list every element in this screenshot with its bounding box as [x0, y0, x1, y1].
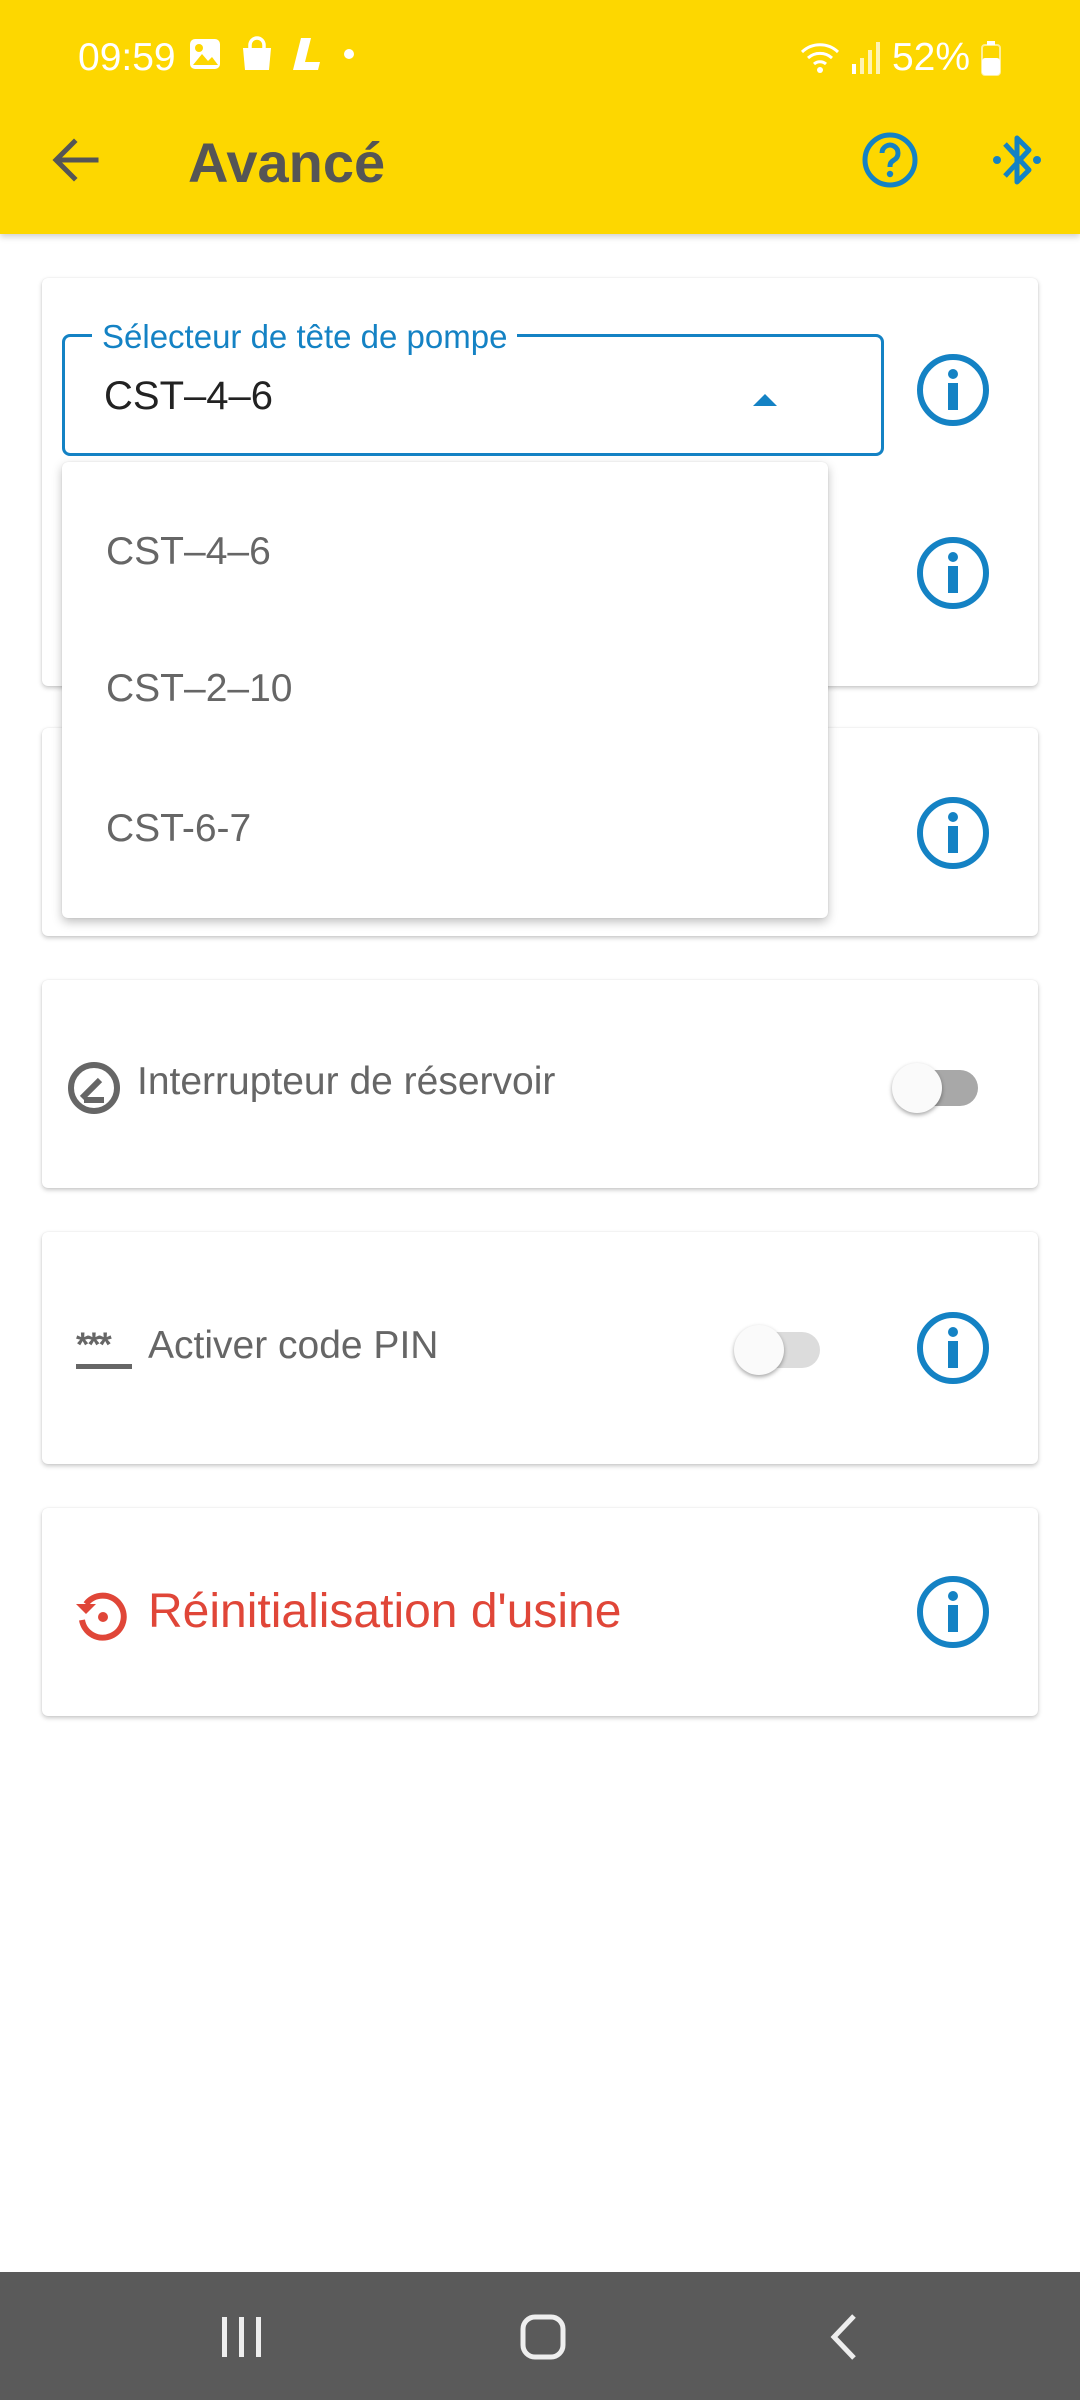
- notification-icons: [188, 36, 356, 72]
- battery-percent: 52%: [891, 36, 970, 79]
- gallery-icon: [190, 39, 220, 69]
- status-bar: 09:59 52%: [0, 0, 1080, 118]
- page-title: Avancé: [188, 131, 386, 194]
- dropdown-arrow-up-icon[interactable]: [750, 390, 780, 408]
- factory-reset-label[interactable]: Réinitialisation d'usine: [148, 1584, 621, 1639]
- recent-apps-icon[interactable]: [218, 2314, 266, 2360]
- toggle-thumb: [734, 1325, 784, 1375]
- back-icon[interactable]: [824, 2312, 864, 2362]
- dot-icon: [344, 49, 354, 59]
- system-status: 52%: [800, 36, 1002, 80]
- info-icon[interactable]: [915, 535, 991, 611]
- tank-switch-label: Interrupteur de réservoir: [137, 1060, 556, 1103]
- back-arrow-icon[interactable]: [44, 128, 108, 192]
- dropdown-option[interactable]: CST–4–6: [106, 530, 271, 574]
- gauge-icon: [68, 1062, 120, 1114]
- shopping-bag-icon: [243, 36, 271, 70]
- system-navigation-bar: [0, 2272, 1080, 2400]
- bluetooth-icon[interactable]: [985, 124, 1049, 196]
- info-icon[interactable]: [915, 795, 991, 871]
- info-icon[interactable]: [915, 1574, 991, 1650]
- info-icon[interactable]: [915, 1310, 991, 1386]
- restore-icon: [76, 1592, 127, 1641]
- battery-icon: [981, 41, 1001, 76]
- wifi-icon: [800, 43, 839, 73]
- signal-icon: [851, 42, 880, 74]
- tank-switch-toggle[interactable]: [892, 1060, 982, 1116]
- pump-head-dropdown-menu: CST–4–6 CST–2–10 CST-6-7: [62, 462, 828, 918]
- dropdown-option[interactable]: CST-6-7: [106, 807, 251, 851]
- dropdown-option[interactable]: CST–2–10: [106, 667, 292, 711]
- status-time: 09:59: [78, 36, 176, 79]
- info-icon[interactable]: [915, 352, 991, 428]
- pump-head-selected-value[interactable]: CST–4–6: [104, 374, 273, 419]
- pin-code-toggle[interactable]: [734, 1322, 824, 1378]
- help-icon[interactable]: [858, 128, 922, 192]
- home-icon[interactable]: [518, 2312, 568, 2362]
- app-header: 09:59 52% Avancé: [0, 0, 1080, 234]
- l-app-icon: [293, 38, 320, 70]
- pump-head-select-label: Sélecteur de tête de pompe: [92, 318, 518, 356]
- toggle-thumb: [892, 1063, 942, 1113]
- password-icon-stars: ***: [76, 1326, 112, 1364]
- pin-code-label: Activer code PIN: [148, 1324, 439, 1367]
- password-icon: ***: [76, 1326, 134, 1370]
